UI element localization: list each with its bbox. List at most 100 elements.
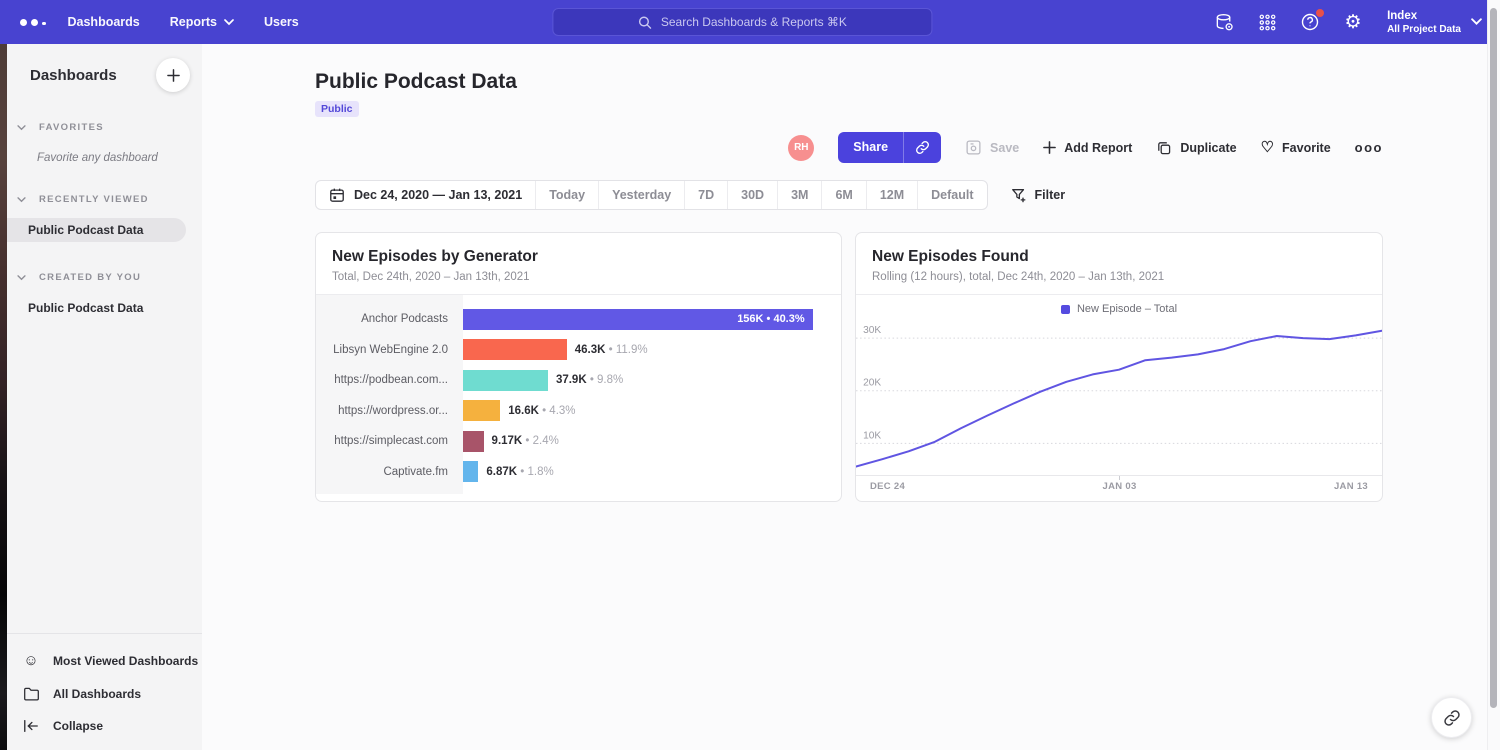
sidebar-item-public-podcast-data-created[interactable]: Public Podcast Data [7, 296, 202, 320]
copy-link-floating-button[interactable] [1431, 697, 1472, 738]
add-dashboard-button[interactable] [156, 58, 190, 92]
background-window-strip [0, 44, 7, 750]
x-axis: DEC 24JAN 03JAN 13 [856, 475, 1382, 492]
settings-gear-icon[interactable]: ⚙ [1342, 11, 1364, 33]
public-badge: Public [315, 101, 359, 117]
search-icon [638, 15, 653, 30]
y-axis-tick-label: 30K [863, 325, 881, 336]
preset-today[interactable]: Today [536, 181, 599, 209]
share-button[interactable]: Share [838, 132, 941, 163]
logo-dot-icon [31, 19, 38, 26]
data-management-icon[interactable] [1213, 11, 1235, 33]
top-nav: Dashboards Reports Users Search Dashboar… [0, 0, 1500, 44]
apps-grid-icon[interactable] [1256, 11, 1278, 33]
report-title: New Episodes by Generator [332, 248, 825, 266]
preset-yesterday[interactable]: Yesterday [599, 181, 685, 209]
nav-item-dashboards[interactable]: Dashboards [68, 15, 140, 29]
y-axis-tick-label: 10K [863, 430, 881, 441]
scrollbar-thumb[interactable] [1490, 8, 1497, 708]
nav-item-users[interactable]: Users [264, 15, 299, 29]
x-axis-tick-label: DEC 24 [870, 481, 905, 492]
search-input[interactable]: Search Dashboards & Reports ⌘K [552, 8, 932, 36]
nav-item-reports[interactable]: Reports [170, 15, 234, 29]
favorite-button[interactable]: ♡ Favorite [1261, 140, 1331, 155]
main-content: Public Podcast Data Public RH Share Save… [202, 44, 1500, 750]
bar[interactable] [463, 461, 478, 482]
section-label: CREATED BY YOU [39, 272, 141, 283]
duplicate-button[interactable]: Duplicate [1156, 140, 1236, 156]
most-viewed-dashboards-button[interactable]: ☺ Most Viewed Dashboards [7, 644, 202, 677]
save-icon [965, 139, 982, 156]
project-switcher[interactable]: Index All Project Data [1387, 10, 1482, 35]
sidebar-section-created-by-you[interactable]: CREATED BY YOU [7, 272, 202, 283]
report-card-new-episodes-by-generator[interactable]: New Episodes by Generator Total, Dec 24t… [315, 232, 842, 502]
bar-row: https://wordpress.or...16.6K • 4.3% [316, 396, 841, 427]
sidebar-footer: ☺ Most Viewed Dashboards All Dashboards … [7, 633, 202, 750]
preset-12m[interactable]: 12M [867, 181, 918, 209]
bar[interactable] [463, 431, 484, 452]
axis-tick [1119, 476, 1120, 480]
bar[interactable] [463, 339, 567, 360]
app-logo[interactable] [20, 19, 46, 26]
sidebar-section-favorites[interactable]: FAVORITES [7, 122, 202, 133]
logo-dot-icon [20, 19, 27, 26]
add-report-button[interactable]: Add Report [1043, 141, 1132, 155]
report-subtitle: Total, Dec 24th, 2020 – Jan 13th, 2021 [332, 271, 825, 283]
section-label: FAVORITES [39, 122, 104, 133]
all-dashboards-button[interactable]: All Dashboards [7, 677, 202, 710]
share-link-icon[interactable] [903, 132, 941, 163]
report-title: New Episodes Found [872, 248, 1366, 266]
logo-dot-icon [42, 22, 46, 26]
sidebar-title: Dashboards [30, 67, 117, 84]
chevron-down-icon [224, 19, 234, 26]
chevron-down-icon [17, 275, 26, 281]
preset-30d[interactable]: 30D [728, 181, 778, 209]
line-chart: 10K20K30K DEC 24JAN 03JAN 13 [856, 317, 1382, 492]
page-title: Public Podcast Data [315, 70, 517, 94]
more-options-button[interactable]: ooo [1355, 140, 1383, 155]
smiley-icon: ☺ [22, 653, 40, 668]
legend-label: New Episode – Total [1077, 303, 1177, 315]
notification-badge [1316, 9, 1324, 17]
bar-value-label: 46.3K • 11.9% [575, 344, 648, 356]
bar[interactable]: 156K • 40.3% [463, 309, 813, 330]
bar-chart: Anchor Podcasts156K • 40.3%Libsyn WebEng… [316, 295, 841, 502]
y-axis-tick-label: 20K [863, 378, 881, 389]
preset-default[interactable]: Default [918, 181, 986, 209]
footer-item-label: Most Viewed Dashboards [53, 654, 198, 668]
search-placeholder: Search Dashboards & Reports ⌘K [661, 15, 847, 29]
report-card-new-episodes-found[interactable]: New Episodes Found Rolling (12 hours), t… [855, 232, 1383, 502]
calendar-icon [329, 187, 345, 203]
preset-3m[interactable]: 3M [778, 181, 822, 209]
sidebar-item-public-podcast-data[interactable]: Public Podcast Data [7, 218, 186, 242]
chart-legend[interactable]: New Episode – Total [856, 295, 1382, 317]
sidebar: Dashboards FAVORITES Favorite any dashbo… [7, 44, 202, 750]
x-axis-tick-label: JAN 03 [1103, 481, 1137, 492]
save-button[interactable]: Save [965, 139, 1019, 156]
collapse-icon [22, 719, 40, 733]
avatar[interactable]: RH [788, 135, 814, 161]
project-subtitle: All Project Data [1387, 24, 1461, 35]
help-icon[interactable] [1299, 11, 1321, 33]
scrollbar-track [1487, 0, 1500, 750]
bar-row: https://simplecast.com9.17K • 2.4% [316, 426, 841, 457]
preset-7d[interactable]: 7D [685, 181, 728, 209]
bar[interactable] [463, 370, 548, 391]
bar-category-label: Captivate.fm [316, 466, 463, 478]
sidebar-section-recently-viewed[interactable]: RECENTLY VIEWED [7, 194, 202, 205]
bar[interactable] [463, 400, 500, 421]
share-label[interactable]: Share [838, 132, 903, 163]
bar-value-label: 16.6K • 4.3% [508, 405, 575, 417]
preset-6m[interactable]: 6M [822, 181, 866, 209]
duplicate-icon [1156, 140, 1172, 156]
collapse-sidebar-button[interactable]: Collapse [7, 710, 202, 742]
filter-button[interactable]: Filter [1011, 187, 1066, 203]
report-subtitle: Rolling (12 hours), total, Dec 24th, 202… [872, 271, 1366, 283]
date-range-label: Dec 24, 2020 — Jan 13, 2021 [354, 188, 522, 202]
line-chart-svg[interactable]: 10K 20K 30K [856, 317, 1382, 475]
bar-row: Libsyn WebEngine 2.046.3K • 11.9% [316, 335, 841, 366]
filter-funnel-icon [1011, 187, 1027, 203]
date-range-picker[interactable]: Dec 24, 2020 — Jan 13, 2021 [316, 181, 536, 209]
favorites-empty-hint: Favorite any dashboard [37, 152, 202, 164]
bar-value-label: 37.9K • 9.8% [556, 374, 623, 386]
